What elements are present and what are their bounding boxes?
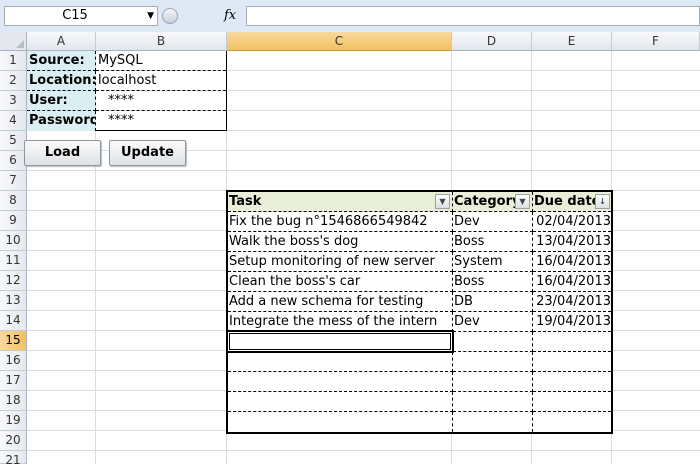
user-label: User: xyxy=(27,91,96,111)
column-header-e[interactable]: E xyxy=(532,32,612,51)
row-header-6[interactable]: 6 xyxy=(0,151,27,171)
row-header-5[interactable]: 5 xyxy=(0,131,27,151)
category-cell[interactable]: Dev xyxy=(453,212,533,232)
empty-cell[interactable] xyxy=(453,412,533,432)
empty-cell[interactable] xyxy=(533,392,611,412)
due-date-cell[interactable]: 19/04/2013 xyxy=(533,312,611,332)
due-date-cell[interactable]: 23/04/2013 xyxy=(533,292,611,312)
user-value[interactable]: **** xyxy=(96,91,226,111)
empty-cell[interactable] xyxy=(533,332,611,352)
row-header-3[interactable]: 3 xyxy=(0,91,27,111)
insert-function-button[interactable]: fx xyxy=(224,6,236,26)
empty-cell[interactable] xyxy=(533,412,611,432)
connection-panel: Source: MySQL Location: localhost User: … xyxy=(27,51,227,131)
filter-dropdown-icon[interactable]: ▼ xyxy=(515,194,530,209)
row-header-21[interactable]: 21 xyxy=(0,451,27,467)
password-value[interactable]: **** xyxy=(96,111,226,131)
chevron-down-icon[interactable]: ▼ xyxy=(147,7,154,25)
formula-input[interactable] xyxy=(246,6,700,26)
task-cell[interactable]: Integrate the mess of the intern xyxy=(228,312,453,332)
category-cell[interactable]: System xyxy=(453,252,533,272)
category-cell[interactable]: Boss xyxy=(453,232,533,252)
header-category-label: Category xyxy=(454,194,521,209)
table-header-task[interactable]: Task ▼ xyxy=(228,192,453,212)
task-table: Task ▼ Category ▼ Due date ↓ Fix the bug… xyxy=(226,190,613,434)
empty-cell[interactable] xyxy=(228,352,453,372)
row-header-1[interactable]: 1 xyxy=(0,51,27,71)
column-header-b[interactable]: B xyxy=(96,32,227,51)
task-cell[interactable]: Clean the boss's car xyxy=(228,272,453,292)
name-box-value: C15 xyxy=(62,8,88,23)
empty-cell[interactable] xyxy=(453,352,533,372)
task-cell[interactable]: Fix the bug n°1546866549842 xyxy=(228,212,453,232)
location-label: Location: xyxy=(27,71,96,91)
location-value[interactable]: localhost xyxy=(96,71,226,91)
table-header-category[interactable]: Category ▼ xyxy=(453,192,533,212)
header-task-label: Task xyxy=(229,194,262,209)
task-cell[interactable]: Walk the boss's dog xyxy=(228,232,453,252)
column-header-c[interactable]: C xyxy=(227,32,452,51)
source-label: Source: xyxy=(27,51,96,71)
empty-cell[interactable] xyxy=(453,332,533,352)
sort-filter-icon[interactable]: ↓ xyxy=(595,194,610,209)
row-header-19[interactable]: 19 xyxy=(0,411,27,431)
row-header-18[interactable]: 18 xyxy=(0,391,27,411)
row-header-10[interactable]: 10 xyxy=(0,231,27,251)
category-cell[interactable]: Dev xyxy=(453,312,533,332)
empty-cell[interactable] xyxy=(228,392,453,412)
row-header-15[interactable]: 15 xyxy=(0,331,27,351)
column-header-d[interactable]: D xyxy=(452,32,532,51)
update-button[interactable]: Update xyxy=(109,140,186,166)
row-header-17[interactable]: 17 xyxy=(0,371,27,391)
row-header-7[interactable]: 7 xyxy=(0,171,27,191)
column-header-a[interactable]: A xyxy=(27,32,96,51)
filter-dropdown-icon[interactable]: ▼ xyxy=(435,194,450,209)
column-header-f[interactable]: F xyxy=(612,32,700,51)
due-date-cell[interactable]: 13/04/2013 xyxy=(533,232,611,252)
name-box[interactable]: C15 ▼ xyxy=(4,6,158,26)
row-header-4[interactable]: 4 xyxy=(0,111,27,131)
row-header-11[interactable]: 11 xyxy=(0,251,27,271)
category-cell[interactable]: Boss xyxy=(453,272,533,292)
row-header-8[interactable]: 8 xyxy=(0,191,27,211)
due-date-cell[interactable]: 02/04/2013 xyxy=(533,212,611,232)
row-header-12[interactable]: 12 xyxy=(0,271,27,291)
row-header-16[interactable]: 16 xyxy=(0,351,27,371)
formula-buttons: fx xyxy=(162,6,242,26)
task-cell[interactable]: Setup monitoring of new server xyxy=(228,252,453,272)
active-cell-selection[interactable] xyxy=(226,330,454,353)
row-header-2[interactable]: 2 xyxy=(0,71,27,91)
empty-cell[interactable] xyxy=(228,372,453,392)
category-cell[interactable]: DB xyxy=(453,292,533,312)
row-header-14[interactable]: 14 xyxy=(0,311,27,331)
load-button[interactable]: Load xyxy=(24,140,101,166)
empty-cell[interactable] xyxy=(453,372,533,392)
task-cell[interactable]: Add a new schema for testing xyxy=(228,292,453,312)
column-headers: A B C D E F xyxy=(0,32,700,51)
formula-bar: C15 ▼ fx xyxy=(0,0,700,33)
empty-cell[interactable] xyxy=(533,352,611,372)
header-due-date-label: Due date xyxy=(534,194,601,209)
row-header-20[interactable]: 20 xyxy=(0,431,27,451)
empty-cell[interactable] xyxy=(453,392,533,412)
row-header-13[interactable]: 13 xyxy=(0,291,27,311)
password-label: Password: xyxy=(27,111,96,131)
resize-handle-icon[interactable] xyxy=(162,8,178,24)
table-header-due-date[interactable]: Due date ↓ xyxy=(533,192,611,212)
row-header-9[interactable]: 9 xyxy=(0,211,27,231)
source-value[interactable]: MySQL xyxy=(96,51,226,71)
empty-cell[interactable] xyxy=(228,412,453,432)
empty-cell[interactable] xyxy=(533,372,611,392)
due-date-cell[interactable]: 16/04/2013 xyxy=(533,252,611,272)
due-date-cell[interactable]: 16/04/2013 xyxy=(533,272,611,292)
